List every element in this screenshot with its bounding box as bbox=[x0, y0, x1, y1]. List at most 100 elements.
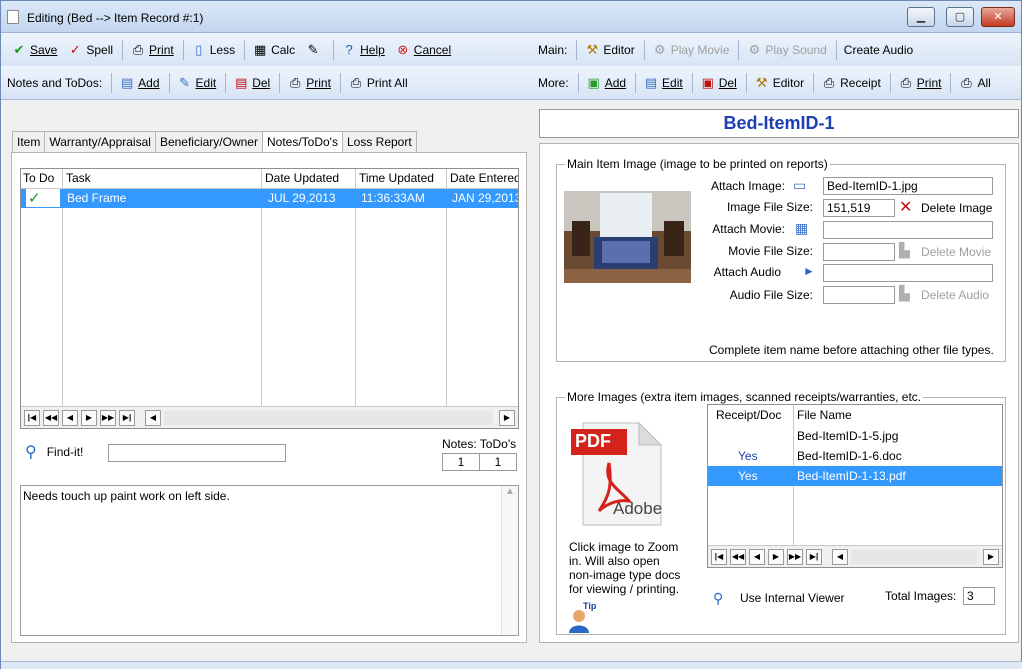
column-header-task[interactable]: Task bbox=[66, 171, 256, 185]
close-button[interactable]: ✕ bbox=[981, 7, 1015, 27]
tab-item[interactable]: Item bbox=[12, 131, 46, 153]
use-internal-viewer-button[interactable]: Use Internal Viewer bbox=[740, 591, 845, 605]
minimize-button[interactable]: ▁ bbox=[907, 7, 935, 27]
tab-loss-report[interactable]: Loss Report bbox=[341, 131, 417, 153]
main-editor-button[interactable]: ⚒ Editor bbox=[580, 38, 638, 62]
magnifier-icon[interactable]: ⚲ bbox=[25, 442, 37, 462]
scroll-right-button[interactable]: ▶ bbox=[499, 409, 515, 426]
list-item[interactable]: Yes Bed-ItemID-1-6.doc bbox=[708, 446, 1002, 466]
todo-checkmark-icon[interactable]: ✓ bbox=[26, 189, 60, 207]
column-header-file-name[interactable]: File Name bbox=[797, 408, 852, 422]
previous-record-button[interactable]: ◀ bbox=[62, 409, 78, 426]
next-record-button[interactable]: ▶ bbox=[81, 409, 97, 426]
column-header-date-updated[interactable]: Date Updated bbox=[265, 171, 353, 185]
scroll-right-button[interactable]: ▶ bbox=[983, 548, 999, 565]
print-image-button[interactable]: ⎙ Print bbox=[894, 71, 946, 95]
film-icon[interactable]: ▦ bbox=[795, 220, 808, 237]
notes-toolbar: Notes and ToDos: ▤ Add ✎ Edit ▤ Del ⎙ Print … bbox=[1, 66, 532, 100]
first-record-button[interactable]: |◀ bbox=[24, 409, 40, 426]
scroll-left-button[interactable]: ◀ bbox=[145, 409, 161, 426]
notes-textarea[interactable]: Needs touch up paint work on left side. … bbox=[20, 485, 519, 636]
delete-image-button[interactable]: ▣ Del bbox=[696, 71, 741, 95]
separator bbox=[122, 39, 124, 60]
notes-todos-count-label: Notes: ToDo's bbox=[442, 437, 517, 451]
edit-note-button[interactable]: ✎ Edit bbox=[173, 71, 221, 95]
audio-file-size-field bbox=[823, 286, 895, 304]
previous-page-button[interactable]: ◀◀ bbox=[730, 548, 746, 565]
delete-image-button[interactable]: Delete Image bbox=[921, 201, 992, 215]
separator bbox=[889, 72, 891, 93]
play-audio-icon[interactable]: ► bbox=[803, 264, 815, 278]
adobe-text: Adobe bbox=[613, 499, 663, 518]
cancel-button[interactable]: ⊗ Cancel bbox=[391, 38, 455, 62]
last-record-button[interactable]: ▶| bbox=[806, 548, 822, 565]
task-cell: Bed Frame bbox=[67, 191, 127, 205]
notes-toolbar-label: Notes and ToDos: bbox=[7, 75, 103, 90]
save-button[interactable]: ✔ Save bbox=[7, 38, 61, 62]
play-sound-button[interactable]: ⚙ Play Sound bbox=[742, 38, 830, 62]
play-movie-button[interactable]: ⚙ Play Movie bbox=[648, 38, 734, 62]
tab-warranty-appraisal[interactable]: Warranty/Appraisal bbox=[44, 131, 156, 153]
next-page-button[interactable]: ▶▶ bbox=[100, 409, 116, 426]
viewer-magnifier-icon[interactable]: ⚲ bbox=[713, 590, 723, 607]
delete-audio-button[interactable]: Delete Audio bbox=[921, 288, 989, 302]
print-button[interactable]: ⎙ Print bbox=[126, 38, 178, 62]
horizontal-scrollbar[interactable] bbox=[851, 549, 977, 564]
tip-button[interactable]: Tip bbox=[567, 601, 597, 633]
next-record-button[interactable]: ▶ bbox=[768, 548, 784, 565]
next-page-button[interactable]: ▶▶ bbox=[787, 548, 803, 565]
table-row[interactable]: ✓ Bed Frame JUL 29,2013 11:36:33AM JAN 2… bbox=[21, 189, 518, 208]
create-audio-button[interactable]: Create Audio bbox=[840, 38, 917, 62]
print-note-button[interactable]: ⎙ Print bbox=[283, 71, 335, 95]
find-control: ⚲ Find-it! bbox=[25, 442, 83, 462]
tip-label: Tip bbox=[583, 601, 597, 611]
delete-movie-icon[interactable]: ▙ bbox=[899, 242, 910, 259]
notes-count: 1 bbox=[442, 453, 480, 471]
attach-image-field[interactable]: Bed-ItemID-1.jpg bbox=[823, 177, 993, 195]
more-editor-button[interactable]: ⚒ Editor bbox=[750, 71, 808, 95]
column-header-todo[interactable]: To Do bbox=[23, 171, 61, 185]
print-all-notes-button[interactable]: ⎙ Print All bbox=[344, 71, 412, 95]
column-header-time-updated[interactable]: Time Updated bbox=[359, 171, 445, 185]
last-record-button[interactable]: ▶| bbox=[119, 409, 135, 426]
previous-record-button[interactable]: ◀ bbox=[749, 548, 765, 565]
delete-note-button[interactable]: ▤ Del bbox=[229, 71, 274, 95]
spell-button[interactable]: ✓ Spell bbox=[63, 38, 117, 62]
previous-page-button[interactable]: ◀◀ bbox=[43, 409, 59, 426]
maximize-button[interactable]: ▢ bbox=[946, 7, 974, 27]
print-all-images-button[interactable]: ⎙ All bbox=[954, 71, 994, 95]
tab-beneficiary-owner[interactable]: Beneficiary/Owner bbox=[154, 131, 263, 153]
horizontal-scrollbar[interactable] bbox=[164, 410, 493, 425]
delete-image-icon[interactable]: ✕ bbox=[899, 197, 912, 217]
attach-audio-field[interactable] bbox=[823, 264, 993, 282]
less-button[interactable]: ▯ Less bbox=[187, 38, 239, 62]
help-button[interactable]: ? Help bbox=[337, 38, 389, 62]
list-item-selected[interactable]: Yes Bed-ItemID-1-13.pdf bbox=[708, 466, 1002, 486]
printer-icon: ⎙ bbox=[132, 41, 144, 57]
images-navigator: |◀ ◀◀ ◀ ▶ ▶▶ ▶| ◀ ▶ bbox=[708, 545, 1002, 567]
attach-image-icon[interactable]: ▭ bbox=[793, 177, 806, 194]
find-label[interactable]: Find-it! bbox=[47, 445, 84, 459]
add-image-button[interactable]: ▣ Add bbox=[582, 71, 630, 95]
delete-audio-icon[interactable]: ▙ bbox=[899, 285, 910, 302]
receipt-flag: Yes bbox=[738, 469, 758, 483]
column-header-date-entered[interactable]: Date Entered bbox=[450, 171, 518, 185]
main-item-image[interactable] bbox=[564, 191, 691, 283]
tab-notes-todos[interactable]: Notes/ToDo's bbox=[261, 131, 343, 154]
calc-button[interactable]: ▦ Calc bbox=[248, 38, 299, 62]
receipt-flag: Yes bbox=[738, 449, 758, 463]
attach-movie-field[interactable] bbox=[823, 221, 993, 239]
wizard-button[interactable]: ✎ bbox=[301, 38, 328, 62]
total-images-field: 3 bbox=[963, 587, 995, 605]
first-record-button[interactable]: |◀ bbox=[711, 548, 727, 565]
delete-movie-button[interactable]: Delete Movie bbox=[921, 245, 991, 259]
vertical-scrollbar[interactable]: ▲ bbox=[501, 486, 518, 635]
find-input[interactable] bbox=[108, 444, 286, 462]
edit-image-button[interactable]: ▤ Edit bbox=[639, 71, 687, 95]
document-preview[interactable]: PDF Adobe bbox=[569, 419, 665, 529]
scroll-left-button[interactable]: ◀ bbox=[832, 548, 848, 565]
column-header-receipt-doc[interactable]: Receipt/Doc bbox=[716, 408, 781, 422]
list-item[interactable]: Bed-ItemID-1-5.jpg bbox=[708, 426, 1002, 446]
add-note-button[interactable]: ▤ Add bbox=[115, 71, 163, 95]
receipt-button[interactable]: ⎙ Receipt bbox=[817, 71, 885, 95]
